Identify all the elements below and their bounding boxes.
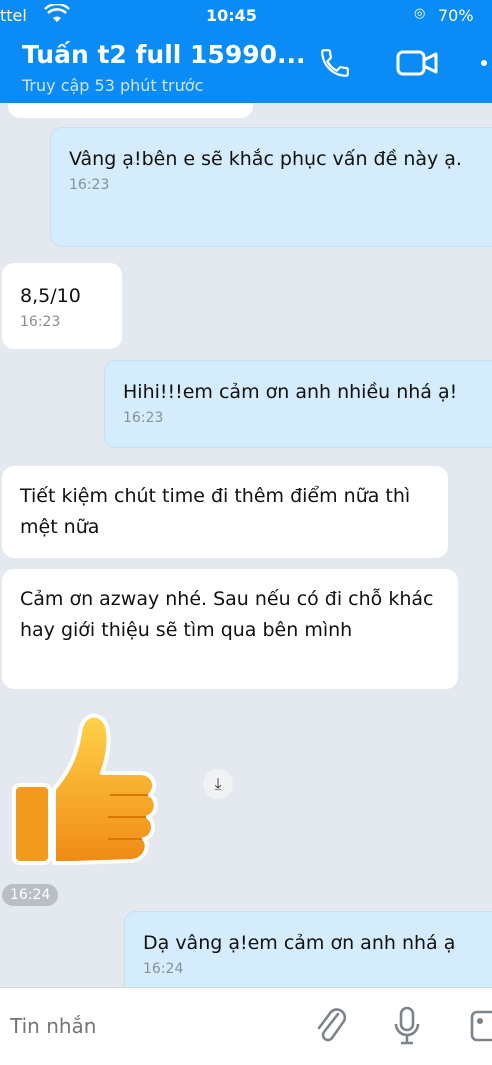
message-bubble-outgoing[interactable]: Dạ vâng ạ!em cảm ơn anh nhá ạ 16:24 <box>124 911 492 987</box>
paperclip-icon[interactable] <box>314 1006 350 1046</box>
last-seen-status: Truy cập 53 phút trước <box>22 76 204 95</box>
message-bubble-incoming[interactable]: 8,5/10 16:23 <box>2 263 122 349</box>
message-input[interactable] <box>10 1014 290 1038</box>
message-text: Hihi!!!em cảm ơn anh nhiều nhá ạ! <box>123 381 458 403</box>
carrier-label: ttel <box>0 6 27 25</box>
status-time: 10:45 <box>206 6 257 25</box>
chat-header: ttel 10:45 ◎ 70% Tuấn t2 full 15990... T… <box>0 0 492 103</box>
phone-icon[interactable] <box>318 46 352 80</box>
microphone-icon[interactable] <box>392 1006 422 1046</box>
video-call-icon[interactable] <box>396 46 438 80</box>
message-text: Vâng ạ!bên e sẽ khắc phục vấn đề này ạ. <box>69 148 462 170</box>
message-time: 16:24 <box>143 961 184 977</box>
message-bubble-incoming[interactable]: Tiết kiệm chút time đi thêm điểm nữa thì… <box>2 466 448 558</box>
time-badge: 16:24 <box>2 884 59 906</box>
message-time: 16:23 <box>20 314 61 330</box>
message-text: Tiết kiệm chút time đi thêm điểm nữa thì… <box>20 485 417 538</box>
chat-title[interactable]: Tuấn t2 full 15990... <box>22 40 306 69</box>
location-icon: ◎ <box>414 6 426 21</box>
download-icon[interactable]: ⤓ <box>203 769 233 799</box>
message-list[interactable]: Vâng ạ!bên e sẽ khắc phục vấn đề này ạ. … <box>0 103 492 987</box>
message-bubble-partial[interactable] <box>8 103 253 118</box>
more-options-icon[interactable] <box>476 46 492 80</box>
message-text: Cảm ơn azway nhé. Sau nếu có đi chỗ khác… <box>20 588 440 641</box>
message-time: 16:23 <box>123 410 164 426</box>
message-input-bar <box>0 987 492 1065</box>
status-bar: ttel 10:45 ◎ 70% <box>0 0 492 30</box>
message-text: Dạ vâng ạ!em cảm ơn anh nhá ạ <box>143 932 456 954</box>
image-icon[interactable] <box>470 1006 492 1046</box>
message-time: 16:23 <box>69 177 110 193</box>
message-bubble-outgoing[interactable]: Hihi!!!em cảm ơn anh nhiều nhá ạ! 16:23 <box>104 360 492 448</box>
battery-level: 70% <box>438 6 474 25</box>
message-text: 8,5/10 <box>20 285 81 307</box>
thumbs-up-sticker[interactable] <box>12 703 162 868</box>
wifi-icon <box>44 2 70 28</box>
message-bubble-incoming[interactable]: Cảm ơn azway nhé. Sau nếu có đi chỗ khác… <box>2 569 458 689</box>
message-bubble-outgoing[interactable]: Vâng ạ!bên e sẽ khắc phục vấn đề này ạ. … <box>50 127 492 247</box>
